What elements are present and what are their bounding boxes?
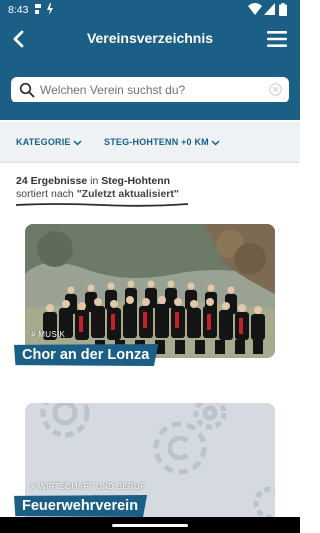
location-filter-label: STEG-HOHTENN +0 KM <box>104 137 209 147</box>
search-input[interactable]: Welchen Verein suchst du? <box>11 77 289 103</box>
hamburger-menu-icon[interactable] <box>266 29 288 49</box>
battery-saver-icon <box>47 3 53 15</box>
battery-icon <box>279 3 287 16</box>
category-filter-label: KATEGORIE <box>16 137 71 147</box>
card-tag: # MUSIK <box>31 330 66 339</box>
card-title[interactable]: Feuerwehrverein <box>14 495 148 517</box>
wifi-icon <box>248 3 262 15</box>
notification-icon <box>35 4 41 14</box>
card-tag: # WIRTSCHAFT UND BERUF <box>31 482 146 491</box>
search-icon <box>19 82 35 98</box>
nav-bar: Vereinsverzeichnis <box>0 22 300 58</box>
category-filter[interactable]: KATEGORIE <box>16 137 82 147</box>
results-location: Steg-Hohtenn <box>101 175 171 187</box>
search-placeholder: Welchen Verein suchst du? <box>40 83 186 97</box>
filter-bar: KATEGORIE STEG-HOHTENN +0 KM <box>0 122 300 163</box>
results-in: in <box>87 175 102 187</box>
location-filter[interactable]: STEG-HOHTENN +0 KM <box>104 137 220 147</box>
status-time: 8:43 <box>8 4 29 16</box>
chevron-down-icon <box>211 140 220 146</box>
results-summary: 24 Ergebnisse in Steg-Hohtenn sortiert n… <box>16 175 179 201</box>
home-indicator[interactable] <box>112 524 188 527</box>
results-sort-value: "Zuletzt aktualisiert" <box>76 188 179 200</box>
status-bar: 8:43 <box>0 0 300 22</box>
results-underline <box>16 203 188 207</box>
card-title[interactable]: Chor an der Lonza <box>14 344 159 366</box>
page-title: Vereinsverzeichnis <box>86 30 214 46</box>
chevron-down-icon <box>73 140 82 146</box>
signal-icon <box>264 3 275 15</box>
header-wave <box>0 102 300 120</box>
results-count: 24 Ergebnisse <box>16 175 88 187</box>
clear-icon[interactable] <box>269 83 282 96</box>
results-sort-prefix: sortiert nach <box>16 188 77 200</box>
